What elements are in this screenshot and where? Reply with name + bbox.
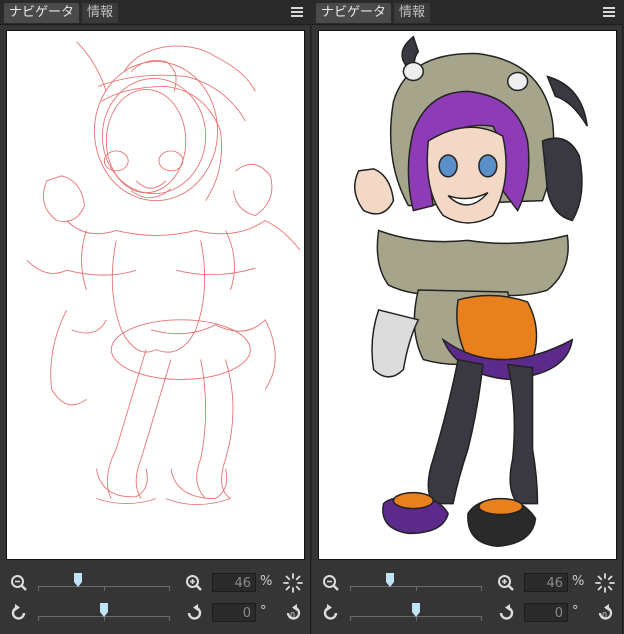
zoom-slider-thumb[interactable] bbox=[73, 573, 82, 587]
rotation-slider-thumb[interactable] bbox=[100, 603, 108, 617]
rotation-slider-thumb[interactable] bbox=[412, 603, 420, 617]
rotate-left-icon[interactable] bbox=[320, 602, 342, 624]
zoom-value-field[interactable]: 46 bbox=[212, 573, 256, 592]
tab-info[interactable]: 情報 bbox=[82, 3, 119, 23]
zoom-slider-thumb[interactable] bbox=[385, 573, 394, 587]
zoom-in-icon[interactable] bbox=[183, 572, 205, 594]
reset-rotation-icon[interactable]: 0 bbox=[282, 602, 304, 624]
zoom-controls: 46 % bbox=[0, 568, 311, 598]
zoom-unit: % bbox=[260, 574, 273, 589]
rotation-slider[interactable] bbox=[350, 601, 482, 623]
zoom-unit: % bbox=[572, 574, 585, 589]
rotation-controls: 0 ° 0 bbox=[312, 598, 623, 628]
tab-info[interactable]: 情報 bbox=[394, 3, 431, 23]
fit-to-window-icon[interactable] bbox=[282, 572, 304, 594]
zoom-controls: 46 % bbox=[312, 568, 623, 598]
panel-tab-bar: ナビゲータ 情報 bbox=[312, 0, 623, 25]
zoom-out-icon[interactable] bbox=[8, 572, 30, 594]
panel-menu-icon[interactable] bbox=[291, 5, 303, 19]
svg-text:0: 0 bbox=[290, 611, 295, 620]
reset-rotation-icon[interactable]: 0 bbox=[594, 602, 616, 624]
svg-text:0: 0 bbox=[602, 611, 607, 620]
fit-to-window-icon[interactable] bbox=[594, 572, 616, 594]
zoom-in-icon[interactable] bbox=[495, 572, 517, 594]
tab-navigator[interactable]: ナビゲータ bbox=[316, 3, 392, 23]
zoom-slider[interactable] bbox=[350, 571, 482, 593]
rotate-right-icon[interactable] bbox=[183, 602, 205, 624]
colored-illustration bbox=[354, 35, 588, 548]
panel-tab-bar: ナビゲータ 情報 bbox=[0, 0, 311, 25]
navigator-preview-sketch[interactable] bbox=[6, 30, 305, 560]
rotation-controls: 0 ° 0 bbox=[0, 598, 311, 628]
rotation-slider[interactable] bbox=[38, 601, 170, 623]
rotate-right-icon[interactable] bbox=[495, 602, 517, 624]
zoom-slider[interactable] bbox=[38, 571, 170, 593]
navigator-panel-right: ナビゲータ 情報 46 % 0 ° 0 bbox=[312, 0, 623, 634]
rotate-left-icon[interactable] bbox=[8, 602, 30, 624]
rotation-unit: ° bbox=[572, 604, 579, 619]
sketch-drawing bbox=[26, 41, 301, 505]
rotation-value-field[interactable]: 0 bbox=[212, 603, 256, 622]
rotation-unit: ° bbox=[260, 604, 267, 619]
rotation-value-field[interactable]: 0 bbox=[524, 603, 568, 622]
navigator-panel-left: ナビゲータ 情報 46 % 0 ° 0 bbox=[0, 0, 311, 634]
tab-navigator[interactable]: ナビゲータ bbox=[4, 3, 80, 23]
zoom-value-field[interactable]: 46 bbox=[524, 573, 568, 592]
panel-menu-icon[interactable] bbox=[603, 5, 615, 19]
zoom-out-icon[interactable] bbox=[320, 572, 342, 594]
navigator-preview-colored[interactable] bbox=[318, 30, 617, 560]
